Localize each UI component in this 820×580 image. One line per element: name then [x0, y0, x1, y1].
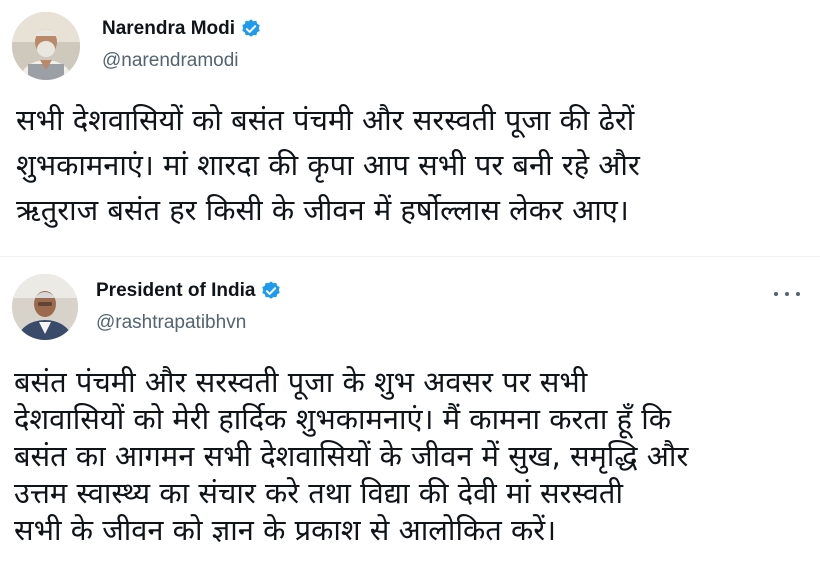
author-name[interactable]: President of India [96, 280, 255, 302]
avatar-photo-icon [12, 12, 80, 80]
author-avatar[interactable] [12, 12, 80, 80]
more-options-dot [785, 292, 789, 296]
author-handle[interactable]: @rashtrapatibhvn [96, 312, 246, 334]
tweet-text: बसंत पंचमी और सरस्वती पूजा के शुभ अवसर प… [14, 364, 688, 549]
tweet-card[interactable]: Narendra Modi @narendramodi सभी देशवासिय… [0, 0, 820, 250]
tweet-text-line: ऋतुराज बसंत हर किसी के जीवन में हर्षोल्ल… [16, 193, 629, 227]
tweet-text-line: सभी के जीवन को ज्ञान के प्रकाश से आलोकित… [14, 513, 557, 547]
tweet-card[interactable]: President of India @rashtrapatibhvn बसंत… [0, 262, 820, 580]
tweet-text-line: बसंत का आगमन सभी देशवासियों के जीवन में … [14, 439, 689, 473]
author-name[interactable]: Narendra Modi [102, 18, 235, 40]
tweet-text-line: उत्तम स्वास्थ्य का संचार करे तथा विद्या … [14, 476, 623, 510]
author-avatar[interactable] [12, 274, 78, 340]
tweet-text-line: सभी देशवासियों को बसंत पंचमी और सरस्वती … [16, 103, 635, 137]
verified-badge-icon [260, 280, 282, 302]
more-options-dot [774, 292, 778, 296]
avatar-photo-icon [12, 274, 78, 340]
verified-badge-icon [240, 18, 262, 40]
tweet-text: सभी देशवासियों को बसंत पंचमी और सरस्वती … [16, 98, 640, 233]
divider [0, 256, 820, 257]
tweet-text-line: देशवासियों को मेरी हार्दिक शुभकामनाएं। म… [14, 402, 672, 436]
tweet-text-line: शुभकामनाएं। मां शारदा की कृपा आप सभी पर … [16, 148, 640, 182]
author-handle[interactable]: @narendramodi [102, 50, 239, 72]
more-options-dot [796, 292, 800, 296]
tweet-text-line: बसंत पंचमी और सरस्वती पूजा के शुभ अवसर प… [14, 365, 588, 399]
more-options-icon[interactable] [774, 284, 800, 304]
